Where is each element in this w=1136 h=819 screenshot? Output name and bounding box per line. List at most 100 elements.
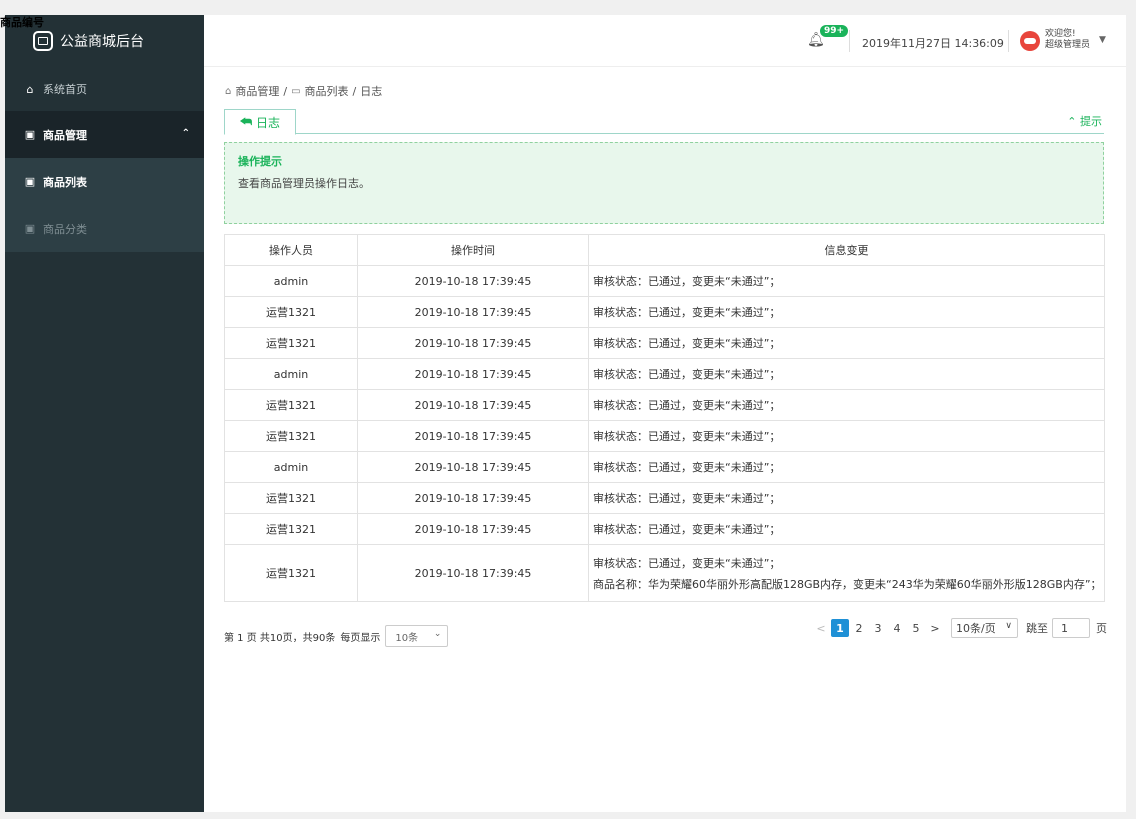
- page-size-value: 10条/页: [956, 622, 996, 635]
- table-row: 运营1321 2019-10-18 17:39:45 审核状态：已通过，变更未“…: [224, 327, 1105, 359]
- change-line: 商品名称：华为荣耀60华丽外形高配版128GB内存，变更未“243华为荣耀60华…: [593, 577, 1102, 591]
- sidebar-item-product-list[interactable]: ▣ 商品列表: [5, 158, 204, 205]
- pagination: < 1 2 3 4 5 > 10条/页 ∨ 跳至 1 页: [812, 618, 1107, 638]
- table-row: 运营1321 2019-10-18 17:39:45 审核状态：已通过，变更未“…: [224, 482, 1105, 514]
- avatar[interactable]: [1020, 31, 1040, 51]
- tab-log[interactable]: ⮪ 日志: [224, 109, 296, 135]
- change-cell: 审核状态：已通过，变更未“未通过”；: [588, 420, 1105, 452]
- operator-cell: 运营1321: [224, 544, 358, 602]
- operator-cell: 运营1321: [224, 513, 358, 545]
- column-header: 操作人员: [224, 234, 358, 266]
- table-row: admin 2019-10-18 17:39:45 审核状态：已通过，变更未“未…: [224, 265, 1105, 297]
- time-cell: 2019-10-18 17:39:45: [357, 482, 589, 514]
- page-button[interactable]: 4: [888, 619, 906, 637]
- prev-page-button[interactable]: <: [812, 619, 830, 637]
- table-row: 运营1321 2019-10-18 17:39:45 审核状态：已通过，变更未“…: [224, 389, 1105, 421]
- page-suffix: 页: [1096, 622, 1107, 635]
- chevron-up-icon: ⌃: [1067, 115, 1077, 128]
- sidebar-item-label: 商品列表: [43, 175, 87, 189]
- app-window: 公益商城后台 ⌂ 系统首页 ▣ 商品管理 ⌃ ▣ 商品列表 ▣ 商品分类 🔔︎ …: [5, 15, 1126, 812]
- table-row: 运营1321 2019-10-18 17:39:45 审核状态：已通过，变更未“…: [224, 513, 1105, 545]
- change-cell: 审核状态：已通过，变更未“未通过”；: [588, 482, 1105, 514]
- sidebar-item-home[interactable]: ⌂ 系统首页: [5, 67, 204, 111]
- table-row: 运营1321 2019-10-18 17:39:45 审核状态：已通过，变更未“…: [224, 544, 1105, 602]
- reply-all-icon: ⮪: [239, 114, 253, 130]
- page-button[interactable]: 2: [850, 619, 868, 637]
- image-icon: [33, 31, 53, 51]
- operator-cell: admin: [224, 358, 358, 390]
- home-outline-icon: ⌂: [225, 85, 232, 97]
- table-row: 运营1321 2019-10-18 17:39:45 审核状态：已通过，变更未“…: [224, 420, 1105, 452]
- operator-cell: admin: [224, 265, 358, 297]
- tab-bar: ⮪ 日志 ⌃ 提示: [224, 107, 1104, 135]
- chevron-down-icon: ∨: [1005, 621, 1012, 631]
- column-header: 信息变更: [588, 234, 1105, 266]
- page-button[interactable]: 3: [869, 619, 887, 637]
- change-cell: 审核状态：已通过，变更未“未通过”；: [588, 265, 1105, 297]
- change-cell: 审核状态：已通过，变更未“未通过”；: [588, 513, 1105, 545]
- operator-cell: 运营1321: [224, 327, 358, 359]
- change-cell: 审核状态：已通过，变更未“未通过”； 商品名称：华为荣耀60华丽外形高配版128…: [588, 544, 1105, 602]
- breadcrumb-separator: /: [352, 84, 357, 98]
- time-cell: 2019-10-18 17:39:45: [357, 265, 589, 297]
- chevron-down-icon: ⌄: [433, 629, 442, 639]
- table-row: 运营1321 2019-10-18 17:39:45 审核状态：已通过，变更未“…: [224, 296, 1105, 328]
- page-button[interactable]: 5: [907, 619, 925, 637]
- operator-cell: 运营1321: [224, 389, 358, 421]
- change-cell: 审核状态：已通过，变更未“未通过”；: [588, 358, 1105, 390]
- jump-input[interactable]: 1: [1052, 618, 1090, 638]
- column-header: 操作时间: [357, 234, 589, 266]
- time-cell: 2019-10-18 17:39:45: [357, 296, 589, 328]
- home-icon: ⌂: [26, 82, 34, 96]
- caret-down-icon[interactable]: ▼: [1099, 35, 1106, 45]
- datetime: 2019年11月27日 14:36:09: [862, 37, 1004, 50]
- change-cell: 审核状态：已通过，变更未“未通过”；: [588, 451, 1105, 483]
- sidebar: 公益商城后台 ⌂ 系统首页 ▣ 商品管理 ⌃ ▣ 商品列表 ▣ 商品分类: [5, 15, 204, 812]
- page-size-select[interactable]: 10条/页 ∨: [951, 618, 1018, 638]
- overlay-title: 商品编号: [0, 16, 44, 29]
- divider: [1008, 30, 1009, 52]
- user-role: 超级管理员: [1045, 40, 1091, 50]
- welcome-text: 欢迎您!: [1045, 29, 1076, 39]
- next-page-button[interactable]: >: [926, 619, 944, 637]
- per-page-value: 10条: [395, 632, 419, 644]
- breadcrumb-item[interactable]: 商品管理: [235, 83, 279, 99]
- change-line: 审核状态：已通过，变更未“未通过”；: [593, 556, 781, 570]
- folder-icon: ▭: [291, 85, 301, 97]
- breadcrumb-item: 日志: [360, 85, 383, 98]
- per-page-label: 每页显示: [340, 632, 381, 644]
- table-row: admin 2019-10-18 17:39:45 审核状态：已通过，变更未“未…: [224, 358, 1105, 390]
- log-table: 操作人员 操作时间 信息变更 admin 2019-10-18 17:39:45…: [224, 234, 1105, 602]
- sidebar-group-products[interactable]: ▣ 商品管理 ⌃: [5, 111, 204, 158]
- user-info[interactable]: 欢迎您! 超级管理员: [1045, 29, 1090, 51]
- time-cell: 2019-10-18 17:39:45: [357, 358, 589, 390]
- operator-cell: admin: [224, 451, 358, 483]
- shop-icon: ▣: [24, 175, 36, 188]
- operator-cell: 运营1321: [224, 482, 358, 514]
- hint-toggle-label: 提示: [1080, 115, 1102, 128]
- top-header: 🔔︎ 99+ 2019年11月27日 14:36:09 欢迎您! 超级管理员 ▼: [204, 15, 1126, 67]
- operator-cell: 运营1321: [224, 296, 358, 328]
- per-page-select[interactable]: 10条 ⌄: [385, 625, 449, 647]
- time-cell: 2019-10-18 17:39:45: [357, 513, 589, 545]
- time-cell: 2019-10-18 17:39:45: [357, 327, 589, 359]
- sidebar-item-product-category[interactable]: ▣ 商品分类: [5, 205, 204, 252]
- sidebar-item-label: 商品分类: [43, 222, 87, 236]
- divider: [849, 30, 850, 52]
- tab-label: 日志: [256, 115, 281, 130]
- time-cell: 2019-10-18 17:39:45: [357, 389, 589, 421]
- page-button[interactable]: 1: [831, 619, 849, 637]
- tip-title: 操作提示: [238, 155, 282, 168]
- jump-label: 跳至: [1026, 622, 1048, 635]
- notification-badge: 99+: [820, 25, 849, 37]
- table-row: admin 2019-10-18 17:39:45 审核状态：已通过，变更未“未…: [224, 451, 1105, 483]
- main-content: ⌂ 商品管理 / ▭ 商品列表 / 日志 ⮪ 日志 ⌃ 提示 操作提示 查看商品…: [204, 67, 1126, 812]
- change-cell: 审核状态：已通过，变更未“未通过”；: [588, 327, 1105, 359]
- time-cell: 2019-10-18 17:39:45: [357, 544, 589, 602]
- chevron-up-icon: ⌃: [181, 128, 190, 139]
- shop-icon: ▣: [24, 222, 36, 235]
- hint-toggle[interactable]: ⌃ 提示: [1067, 113, 1102, 129]
- breadcrumb-item[interactable]: 商品列表: [305, 83, 349, 99]
- summary-text: 第 1 页 共10页，共90条: [224, 632, 336, 644]
- breadcrumb: ⌂ 商品管理 / ▭ 商品列表 / 日志: [225, 83, 382, 99]
